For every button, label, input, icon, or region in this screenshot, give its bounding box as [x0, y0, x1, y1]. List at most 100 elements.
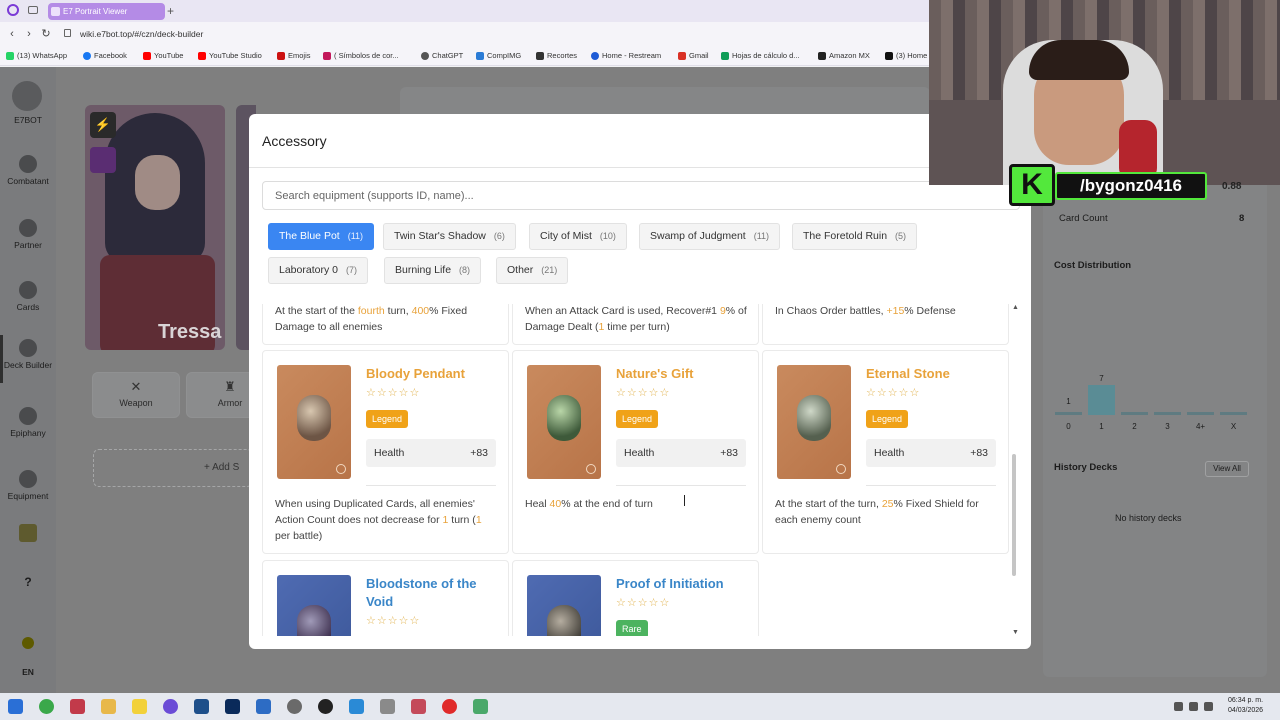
sidebar: E7BOT Combatant Partner Cards Deck Build…	[0, 67, 56, 693]
new-tab-button[interactable]: +	[167, 3, 174, 20]
bookmark-item[interactable]: (3) Home	[885, 50, 927, 62]
app-icon[interactable]	[256, 699, 271, 714]
help-button[interactable]: ?	[0, 576, 56, 588]
cost-axis-label: 3	[1165, 422, 1170, 431]
filter-burning-life[interactable]: Burning Life (8)	[384, 257, 482, 284]
tray-icon[interactable]	[1174, 702, 1183, 711]
equipment-card[interactable]: In Chaos Order battles, +15% Defense	[762, 304, 1009, 345]
bookmark-item[interactable]: YouTube	[143, 50, 183, 62]
bookmark-item[interactable]: Facebook	[83, 50, 127, 62]
deck-builder-icon	[19, 339, 37, 357]
star-rating: ☆☆☆☆☆	[366, 615, 421, 627]
bookmark-item[interactable]: (13) WhatsApp	[6, 50, 67, 62]
bookmark-item[interactable]: ChatGPT	[421, 50, 463, 62]
ring-icon	[836, 464, 846, 474]
scroll-thumb[interactable]	[1012, 454, 1016, 576]
equipment-description: When using Duplicated Cards, all enemies…	[275, 498, 482, 542]
filter-the-foretold-ruin[interactable]: The Foretold Ruin (5)	[792, 223, 918, 250]
filter-the-blue-pot[interactable]: The Blue Pot (11)	[268, 223, 375, 250]
wifi-icon[interactable]	[1189, 702, 1198, 711]
taskbar-clock[interactable]: 06:34 p. m. 04/03/2026	[1228, 696, 1263, 716]
bookmark-item[interactable]: ( Símbolos de cor...	[323, 50, 399, 62]
scroll-up-icon[interactable]: ▲	[1012, 304, 1019, 311]
sidebar-extra-icon[interactable]	[0, 524, 56, 545]
equipment-description: At the start of the fourth turn, 400% Fi…	[275, 305, 468, 333]
star-rating: ☆☆☆☆☆	[616, 597, 671, 609]
equipment-card-natures-gift[interactable]: Nature's Gift ☆☆☆☆☆ Legend Health +83 Hea…	[512, 350, 759, 554]
photoshop-icon[interactable]	[225, 699, 240, 714]
filter-city-of-mist[interactable]: City of Mist (10)	[529, 223, 627, 250]
e7bot-logo-icon[interactable]	[12, 81, 42, 111]
windows-taskbar: 06:34 p. m. 04/03/2026	[0, 693, 1280, 720]
equipment-card[interactable]: When an Attack Card is used, Recover#1 9…	[512, 304, 759, 345]
star-rating: ☆☆☆☆☆	[366, 387, 421, 399]
list-scrollbar[interactable]: ▲ ▼	[1011, 304, 1019, 636]
sidebar-item-combatant[interactable]: Combatant	[0, 155, 56, 186]
bookmark-item[interactable]: Gmail	[678, 50, 709, 62]
item-name: Eternal Stone	[866, 366, 950, 381]
filter-laboratory-0[interactable]: Laboratory 0 (7)	[268, 257, 368, 284]
reload-icon[interactable]: ↻	[40, 27, 52, 41]
vscode-icon[interactable]	[194, 699, 209, 714]
tab-title: E7 Portrait Viewer	[63, 7, 128, 16]
app-icon[interactable]	[287, 699, 302, 714]
ring-icon	[586, 464, 596, 474]
app-icon[interactable]	[442, 699, 457, 714]
equipment-card-eternal-stone[interactable]: Eternal Stone ☆☆☆☆☆ Legend Health +83 At …	[762, 350, 1009, 554]
character-portrait[interactable]: ⚡ Tressa	[85, 105, 225, 350]
webcam-overlay	[929, 0, 1280, 185]
equipment-card[interactable]: At the start of the fourth turn, 400% Fi…	[262, 304, 509, 345]
language-button[interactable]: EN	[0, 667, 56, 677]
bookmark-item[interactable]: CompIMG	[476, 50, 521, 62]
volume-icon[interactable]	[1204, 702, 1213, 711]
card-count-label: Card Count	[1059, 213, 1108, 224]
bookmark-item[interactable]: Hojas de cálculo d...	[721, 50, 800, 62]
equipment-search-input[interactable]	[262, 181, 1020, 210]
app-icon[interactable]	[473, 699, 488, 714]
sidebar-item-deck-builder[interactable]: Deck Builder	[0, 339, 56, 370]
app-icon[interactable]	[163, 699, 178, 714]
equipment-card-proof-of-initiation[interactable]: Proof of Initiation ☆☆☆☆☆ Rare	[512, 560, 759, 636]
weapon-slot[interactable]: ✕ Weapon	[92, 372, 180, 418]
cup-icon	[19, 524, 37, 542]
view-all-button[interactable]: View All	[1205, 461, 1249, 477]
natures-gift-image	[527, 365, 601, 479]
sidebar-item-epiphany[interactable]: Epiphany	[0, 407, 56, 438]
theme-toggle-icon[interactable]	[0, 637, 56, 652]
obs-icon[interactable]	[318, 699, 333, 714]
equipment-card-bloody-pendant[interactable]: Bloody Pendant ☆☆☆☆☆ Legend Health +83 Wh…	[262, 350, 509, 554]
chrome-icon[interactable]	[39, 699, 54, 714]
filter-other[interactable]: Other (21)	[496, 257, 569, 284]
mouse-cursor-icon	[684, 495, 691, 506]
bookmark-item[interactable]: Emojis	[277, 50, 311, 62]
equipment-card-bloodstone-of-the-void[interactable]: Bloodstone of the Void ☆☆☆☆☆	[262, 560, 509, 636]
forward-icon[interactable]: ›	[23, 27, 35, 41]
app-icon[interactable]	[380, 699, 395, 714]
bookmark-item[interactable]: YouTube Studio	[198, 50, 262, 62]
back-icon[interactable]: ‹	[6, 27, 18, 41]
scroll-down-icon[interactable]: ▼	[1012, 629, 1019, 636]
file-explorer-icon[interactable]	[101, 699, 116, 714]
app-icon[interactable]	[349, 699, 364, 714]
tab-list-icon[interactable]	[28, 6, 38, 14]
bookmark-item[interactable]: Home - Restream	[591, 50, 661, 62]
microphone-icon	[1119, 120, 1157, 180]
address-bar[interactable]: wiki.e7bot.top/#/czn/deck-builder	[80, 27, 203, 41]
filter-swamp-of-judgment[interactable]: Swamp of Judgment (11)	[639, 223, 781, 250]
bookmark-item[interactable]: Recortes	[536, 50, 577, 62]
app-icon[interactable]	[411, 699, 426, 714]
windows-start-icon[interactable]	[8, 699, 23, 714]
star-rating: ☆☆☆☆☆	[866, 387, 921, 399]
filter-twin-stars-shadow[interactable]: Twin Star's Shadow (6)	[383, 223, 516, 250]
opera-icon[interactable]	[70, 699, 85, 714]
sidebar-item-cards[interactable]: Cards	[0, 281, 56, 312]
add-slot-button[interactable]: + Add S	[93, 449, 253, 487]
sidebar-item-equipment[interactable]: Equipment	[0, 470, 56, 501]
browser-tab-active[interactable]: E7 Portrait Viewer	[48, 3, 165, 20]
star-rating: ☆☆☆☆☆	[616, 387, 671, 399]
opera-logo-icon[interactable]	[7, 4, 19, 16]
stat-row: Health +83	[616, 439, 746, 467]
sticky-notes-icon[interactable]	[132, 699, 147, 714]
sidebar-item-partner[interactable]: Partner	[0, 219, 56, 250]
bookmark-item[interactable]: Amazon MX	[818, 50, 870, 62]
